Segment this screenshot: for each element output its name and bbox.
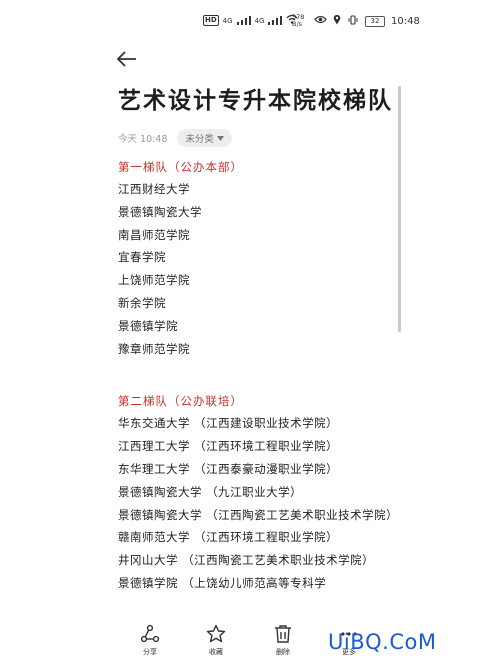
list-item: 豫章师范学院 — [118, 341, 190, 356]
vibrate-icon — [347, 14, 359, 28]
list-item: 南昌师范学院 — [118, 227, 190, 242]
section-heading: 第二梯队（公办联培） — [118, 394, 243, 409]
list-item: 景德镇陶瓷大学 — [118, 204, 202, 219]
delete-label: 删除 — [276, 648, 290, 656]
favorite-label: 收藏 — [209, 648, 223, 656]
trash-icon — [275, 625, 291, 643]
note-title: 艺术设计专升本院校梯队 — [118, 87, 393, 114]
star-icon — [206, 624, 226, 643]
note-date: 今天 10:48 — [118, 134, 168, 145]
list-item: 景德镇学院 — [118, 318, 178, 333]
school-list: 江西财经大学 景德镇陶瓷大学 南昌师范学院 宜春学院 上饶师范学院 新余学院 景… — [118, 178, 396, 360]
delete-button[interactable]: 删除 — [263, 624, 303, 657]
share-label: 分享 — [143, 648, 157, 656]
category-label: 未分类 — [185, 134, 214, 145]
scrollbar[interactable] — [398, 86, 401, 332]
sim1-label: 4G — [222, 16, 233, 25]
caret-down-icon — [216, 135, 224, 141]
network-speed: 378 B/s — [292, 13, 305, 28]
battery-icon: 32 — [365, 15, 385, 27]
back-button[interactable] — [116, 48, 140, 72]
note-content[interactable]: 艺术设计专升本院校梯队 今天 10:48 未分类 第一梯队（公办本部） 江西财经… — [118, 84, 399, 595]
sim2-label: 4G — [254, 16, 265, 25]
list-item: 江西理工大学 （江西环境工程职业学院） — [118, 439, 339, 454]
list-item: 赣南师范大学 （江西环境工程职业学院） — [118, 530, 339, 545]
hd-badge: HD — [203, 15, 219, 26]
share-icon — [140, 624, 160, 643]
list-item: 景德镇学院 （上饶幼儿师范高等专科学 — [118, 575, 327, 590]
list-item: 新余学院 — [118, 295, 166, 310]
list-item: 上饶师范学院 — [118, 273, 190, 288]
list-item: 东华理工大学 （江西泰豪动漫职业学院） — [118, 461, 339, 476]
school-list: 华东交通大学 （江西建设职业技术学院） 江西理工大学 （江西环境工程职业学院） … — [118, 412, 399, 594]
note-meta: 今天 10:48 未分类 — [118, 128, 396, 148]
eye-icon — [314, 15, 327, 27]
section-heading: 第一梯队（公办本部） — [118, 160, 243, 174]
list-item: 江西财经大学 — [118, 182, 190, 196]
location-icon — [333, 14, 341, 28]
list-item: 华东交通大学 （江西建设职业技术学院） — [118, 416, 339, 431]
watermark-logo: UiBQ.CoM — [328, 630, 437, 654]
list-item: 景德镇陶瓷大学 （九江职业大学） — [118, 484, 303, 499]
status-bar: HD 4G 4G 378 B/s 32 10:48 — [0, 0, 500, 42]
list-item: 宜春学院 — [118, 250, 166, 265]
signal-icon — [268, 16, 283, 25]
signal-icon — [236, 16, 251, 25]
favorite-button[interactable]: 收藏 — [196, 624, 236, 657]
list-item: 景德镇陶瓷大学 （江西陶瓷工艺美术职业技术学院） — [118, 507, 399, 522]
clock: 10:48 — [391, 15, 420, 27]
list-item: 井冈山大学 （江西陶瓷工艺美术职业技术学院） — [118, 553, 375, 568]
arrow-left-icon — [116, 51, 136, 67]
category-selector[interactable]: 未分类 — [177, 129, 232, 147]
share-button[interactable]: 分享 — [130, 624, 170, 657]
